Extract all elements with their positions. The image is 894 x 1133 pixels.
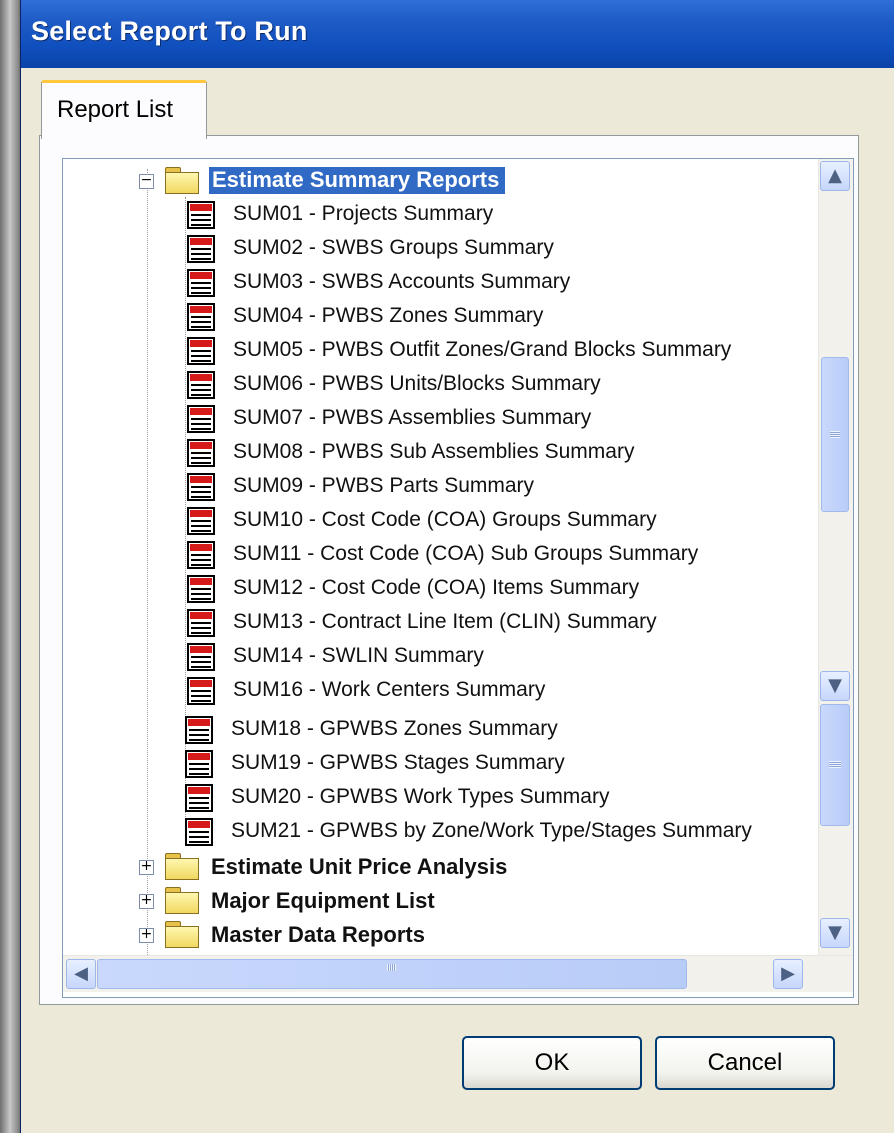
report-icon <box>185 818 213 846</box>
vertical-scrollbar-top[interactable]: ▲ ▼ <box>818 159 853 704</box>
tree-item-report[interactable]: SUM01 - Projects Summary <box>187 198 807 232</box>
expand-icon[interactable]: + <box>139 927 154 943</box>
open-folder-icon <box>165 167 199 194</box>
horizontal-scrollbar[interactable]: ◀ ▶ <box>63 955 853 992</box>
report-icon <box>187 337 215 365</box>
tree-item-report[interactable]: SUM20 - GPWBS Work Types Summary <box>185 781 805 815</box>
scroll-down-icon[interactable]: ▼ <box>820 671 850 701</box>
tree-item-report[interactable]: SUM10 - Cost Code (COA) Groups Summary <box>187 504 807 538</box>
report-icon <box>187 541 215 569</box>
tree-item-report[interactable]: SUM14 - SWLIN Summary <box>187 640 807 674</box>
report-icon <box>185 750 213 778</box>
tree-node-estimate-unit-price[interactable]: + Estimate Unit Price Analysis <box>139 850 639 884</box>
report-label: SUM01 - Projects Summary <box>233 202 494 225</box>
tree-item-report[interactable]: SUM09 - PWBS Parts Summary <box>187 470 807 504</box>
expand-icon[interactable]: + <box>139 893 154 909</box>
report-tree: − Estimate Summary Reports SUM01 - Proje… <box>62 158 854 998</box>
scroll-left-icon[interactable]: ◀ <box>66 959 96 989</box>
tree-item-report[interactable]: SUM21 - GPWBS by Zone/Work Type/Stages S… <box>185 815 805 849</box>
tree-item-report[interactable]: SUM07 - PWBS Assemblies Summary <box>187 402 807 436</box>
report-icon <box>185 716 213 744</box>
report-icon <box>187 677 215 705</box>
report-label: SUM14 - SWLIN Summary <box>233 644 484 667</box>
report-label: SUM20 - GPWBS Work Types Summary <box>231 785 610 808</box>
tree-item-report[interactable]: SUM05 - PWBS Outfit Zones/Grand Blocks S… <box>187 334 807 368</box>
report-icon <box>185 784 213 812</box>
report-label: SUM09 - PWBS Parts Summary <box>233 474 535 497</box>
report-icon <box>187 269 215 297</box>
report-icon <box>187 507 215 535</box>
title-bar[interactable]: Select Report To Run <box>21 0 894 68</box>
tree-item-report[interactable]: SUM11 - Cost Code (COA) Sub Groups Summa… <box>187 538 807 572</box>
report-label: SUM11 - Cost Code (COA) Sub Groups Summa… <box>233 542 699 565</box>
tree-item-report[interactable]: SUM13 - Contract Line Item (CLIN) Summar… <box>187 606 807 640</box>
tree-item-report[interactable]: SUM06 - PWBS Units/Blocks Summary <box>187 368 807 402</box>
report-icon <box>187 201 215 229</box>
report-icon <box>187 609 215 637</box>
report-icon <box>187 405 215 433</box>
tree-item-report[interactable]: SUM02 - SWBS Groups Summary <box>187 232 807 266</box>
report-label: SUM08 - PWBS Sub Assemblies Summary <box>233 440 635 463</box>
tree-node-major-equipment[interactable]: + Major Equipment List <box>139 884 639 918</box>
report-label: SUM04 - PWBS Zones Summary <box>233 304 544 327</box>
tab-report-list[interactable]: Report List <box>41 80 207 139</box>
expand-icon[interactable]: + <box>139 859 154 875</box>
tree-item-report[interactable]: SUM12 - Cost Code (COA) Items Summary <box>187 572 807 606</box>
report-icon <box>187 303 215 331</box>
report-label: SUM03 - SWBS Accounts Summary <box>233 270 571 293</box>
report-label: SUM18 - GPWBS Zones Summary <box>231 717 558 740</box>
ok-button[interactable]: OK <box>462 1036 642 1090</box>
vertical-scroll-thumb[interactable] <box>821 357 849 512</box>
scroll-up-icon[interactable]: ▲ <box>820 161 850 191</box>
report-icon <box>187 473 215 501</box>
window-title: Select Report To Run <box>31 16 308 46</box>
tab-panel: − Estimate Summary Reports SUM01 - Proje… <box>39 135 859 1005</box>
scroll-down-icon[interactable]: ▼ <box>820 918 850 948</box>
grip-icon <box>829 761 841 768</box>
report-label: SUM06 - PWBS Units/Blocks Summary <box>233 372 601 395</box>
tree-node-label: Estimate Unit Price Analysis <box>211 854 508 879</box>
report-icon <box>187 439 215 467</box>
tree-node-label: Estimate Summary Reports <box>209 167 506 194</box>
folder-icon <box>165 853 199 880</box>
scroll-right-icon[interactable]: ▶ <box>773 959 803 989</box>
report-label: SUM02 - SWBS Groups Summary <box>233 236 554 259</box>
report-label: SUM12 - Cost Code (COA) Items Summary <box>233 576 640 599</box>
report-icon <box>187 371 215 399</box>
horizontal-scroll-thumb[interactable] <box>97 959 687 989</box>
report-label: SUM16 - Work Centers Summary <box>233 678 546 701</box>
report-icon <box>187 643 215 671</box>
select-report-dialog: Select Report To Run Report List − Estim… <box>20 0 894 1133</box>
tree-item-report[interactable]: SUM18 - GPWBS Zones Summary <box>185 713 805 747</box>
tree-item-report[interactable]: SUM16 - Work Centers Summary <box>187 674 807 708</box>
report-icon <box>187 235 215 263</box>
report-label: SUM10 - Cost Code (COA) Groups Summary <box>233 508 657 531</box>
vertical-scrollbar-bottom[interactable]: ▼ <box>818 704 853 964</box>
report-label: SUM07 - PWBS Assemblies Summary <box>233 406 592 429</box>
folder-icon <box>165 887 199 914</box>
grip-icon <box>387 964 396 971</box>
report-label: SUM13 - Contract Line Item (CLIN) Summar… <box>233 610 657 633</box>
collapse-icon[interactable]: − <box>139 173 154 189</box>
report-label: SUM05 - PWBS Outfit Zones/Grand Blocks S… <box>233 338 732 361</box>
report-label: SUM21 - GPWBS by Zone/Work Type/Stages S… <box>231 819 752 842</box>
report-label: SUM19 - GPWBS Stages Summary <box>231 751 565 774</box>
tree-line <box>147 169 148 959</box>
tree-node-estimate-summary[interactable]: − Estimate Summary Reports <box>139 164 619 198</box>
grip-icon <box>830 430 840 438</box>
tree-item-report[interactable]: SUM19 - GPWBS Stages Summary <box>185 747 805 781</box>
tree-node-master-data[interactable]: + Master Data Reports <box>139 918 639 952</box>
folder-icon <box>165 921 199 948</box>
tree-item-report[interactable]: SUM08 - PWBS Sub Assemblies Summary <box>187 436 807 470</box>
tree-node-label: Master Data Reports <box>211 922 425 947</box>
vertical-scroll-thumb[interactable] <box>820 704 850 826</box>
report-icon <box>187 575 215 603</box>
cancel-button[interactable]: Cancel <box>655 1036 835 1090</box>
tree-item-report[interactable]: SUM04 - PWBS Zones Summary <box>187 300 807 334</box>
tab-label: Report List <box>57 96 174 123</box>
tree-item-report[interactable]: SUM03 - SWBS Accounts Summary <box>187 266 807 300</box>
tree-node-label: Major Equipment List <box>211 888 435 913</box>
